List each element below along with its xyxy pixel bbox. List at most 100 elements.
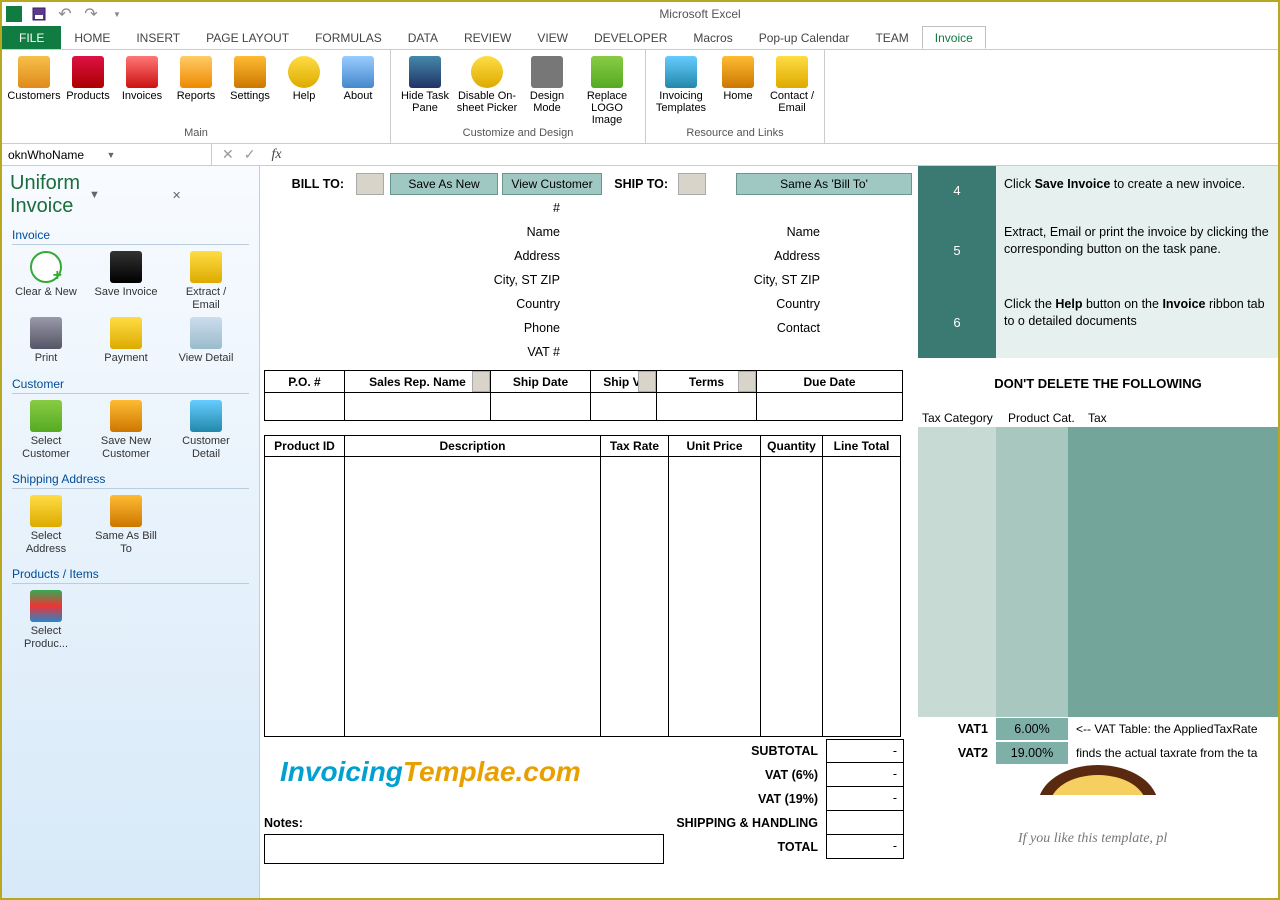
field-label: Address: [260, 249, 590, 263]
save-customer-icon: [110, 400, 142, 432]
shipto-picker-button[interactable]: [678, 173, 706, 195]
print-button[interactable]: Print: [12, 317, 80, 365]
products-button[interactable]: Products: [62, 54, 114, 127]
tab-data[interactable]: DATA: [395, 26, 451, 49]
cancel-icon[interactable]: ✕: [222, 146, 234, 163]
line-items-table[interactable]: Product ID Description Tax Rate Unit Pri…: [264, 435, 901, 737]
task-pane-menu-icon[interactable]: ▼: [85, 189, 168, 201]
field-label: Phone: [260, 321, 590, 335]
field-label: City, ST ZIP: [590, 273, 850, 287]
field-label: Name: [260, 225, 590, 239]
undo-icon[interactable]: ↶: [56, 5, 74, 23]
contact-email-button[interactable]: Contact / Email: [766, 54, 818, 127]
help-icon: [288, 56, 320, 88]
hints-panel: 4 Click Save Invoice to create a new inv…: [918, 166, 1278, 898]
disable-picker-button[interactable]: Disable On-sheet Picker: [455, 54, 519, 127]
task-pane: Uniform Invoice ▼ ✕ Invoice Clear & New …: [2, 166, 260, 898]
qat-dropdown-icon[interactable]: ▼: [108, 5, 126, 23]
settings-button[interactable]: Settings: [224, 54, 276, 127]
help-button[interactable]: Help: [278, 54, 330, 127]
tab-developer[interactable]: DEVELOPER: [581, 26, 680, 49]
hint-text: Click Save Invoice to create a new invoi…: [996, 166, 1278, 214]
order-info-table[interactable]: P.O. # Sales Rep. Name Ship Date Ship Vi…: [264, 370, 903, 421]
save-icon[interactable]: [30, 5, 48, 23]
ribbon: Customers Products Invoices Reports Sett…: [2, 50, 1278, 144]
about-button[interactable]: About: [332, 54, 384, 127]
customer-detail-button[interactable]: Customer Detail: [172, 400, 240, 460]
hint-number: 5: [918, 214, 996, 286]
field-label: Country: [260, 297, 590, 311]
payment-button[interactable]: Payment: [92, 317, 160, 365]
category-color-columns: [918, 427, 1278, 717]
clear-icon: [30, 251, 62, 283]
shipto-label: SHIP TO:: [602, 177, 672, 191]
customers-button[interactable]: Customers: [8, 54, 60, 127]
invoices-button[interactable]: Invoices: [116, 54, 168, 127]
fx-icon[interactable]: fx: [265, 147, 281, 163]
notes-input[interactable]: [264, 834, 664, 864]
select-product-button[interactable]: Select Produc...: [12, 590, 80, 650]
warning-text: DON'T DELETE THE FOLLOWING: [918, 358, 1278, 409]
footer-text: If you like this template, pl: [918, 795, 1278, 847]
settings-icon: [234, 56, 266, 88]
ribbon-group-customize: Hide Task Pane Disable On-sheet Picker D…: [391, 50, 646, 143]
select-customer-icon: [30, 400, 62, 432]
replace-logo-button[interactable]: Replace LOGO Image: [575, 54, 639, 127]
tab-home[interactable]: HOME: [61, 26, 123, 49]
tab-review[interactable]: REVIEW: [451, 26, 524, 49]
section-heading: Shipping Address: [12, 472, 249, 489]
ribbon-tabs: FILE HOME INSERT PAGE LAYOUT FORMULAS DA…: [2, 26, 1278, 50]
hide-task-pane-button[interactable]: Hide Task Pane: [397, 54, 453, 127]
tab-insert[interactable]: INSERT: [123, 26, 193, 49]
print-icon: [30, 317, 62, 349]
home-link-button[interactable]: Home: [712, 54, 764, 127]
view-customer-button[interactable]: View Customer: [502, 173, 602, 195]
tab-team[interactable]: TEAM: [862, 26, 921, 49]
reports-button[interactable]: Reports: [170, 54, 222, 127]
tab-page-layout[interactable]: PAGE LAYOUT: [193, 26, 302, 49]
tab-invoice[interactable]: Invoice: [922, 26, 986, 49]
save-new-customer-button[interactable]: Save New Customer: [92, 400, 160, 460]
same-as-billto-sheet-button[interactable]: Same As 'Bill To': [736, 173, 912, 195]
same-as-billto-button[interactable]: Same As Bill To: [92, 495, 160, 555]
templates-icon: [665, 56, 697, 88]
field-label: Contact: [590, 321, 850, 335]
payment-icon: [110, 317, 142, 349]
title-bar: ↶ ↷ ▼ Microsoft Excel: [2, 2, 1278, 26]
extract-email-button[interactable]: Extract / Email: [172, 251, 240, 311]
billto-picker-button[interactable]: [356, 173, 384, 195]
task-pane-close-icon[interactable]: ✕: [168, 189, 251, 202]
select-address-button[interactable]: Select Address: [12, 495, 80, 555]
invoices-icon: [126, 56, 158, 88]
save-invoice-button[interactable]: Save Invoice: [92, 251, 160, 311]
ribbon-group-resource: Invoicing Templates Home Contact / Email…: [646, 50, 825, 143]
view-detail-button[interactable]: View Detail: [172, 317, 240, 365]
tab-popup-calendar[interactable]: Pop-up Calendar: [746, 26, 863, 49]
clear-new-button[interactable]: Clear & New: [12, 251, 80, 311]
magnifier-icon: [471, 56, 503, 88]
watermark: InvoicingTemplae.com: [280, 756, 581, 788]
tab-formulas[interactable]: FORMULAS: [302, 26, 395, 49]
tab-view[interactable]: VIEW: [524, 26, 581, 49]
tab-file[interactable]: FILE: [2, 26, 61, 49]
redo-icon[interactable]: ↷: [82, 5, 100, 23]
design-icon: [531, 56, 563, 88]
field-label: Country: [590, 297, 850, 311]
design-mode-button[interactable]: Design Mode: [521, 54, 573, 127]
tab-macros[interactable]: Macros: [680, 26, 745, 49]
select-customer-button[interactable]: Select Customer: [12, 400, 80, 460]
logo-image: [1033, 755, 1163, 795]
ribbon-group-label: Customize and Design: [397, 127, 639, 143]
save-as-new-button[interactable]: Save As New: [390, 173, 498, 195]
hint-text: Extract, Email or print the invoice by c…: [996, 214, 1278, 286]
invoicing-templates-button[interactable]: Invoicing Templates: [652, 54, 710, 127]
customers-icon: [18, 56, 50, 88]
worksheet[interactable]: BILL TO: Save As New View Customer SHIP …: [260, 166, 918, 898]
save-invoice-icon: [110, 251, 142, 283]
section-heading: Products / Items: [12, 567, 249, 584]
section-heading: Invoice: [12, 228, 249, 245]
name-box[interactable]: oknWhoName▼: [2, 144, 212, 166]
about-icon: [342, 56, 374, 88]
enter-icon[interactable]: ✓: [244, 146, 256, 163]
extract-icon: [190, 251, 222, 283]
